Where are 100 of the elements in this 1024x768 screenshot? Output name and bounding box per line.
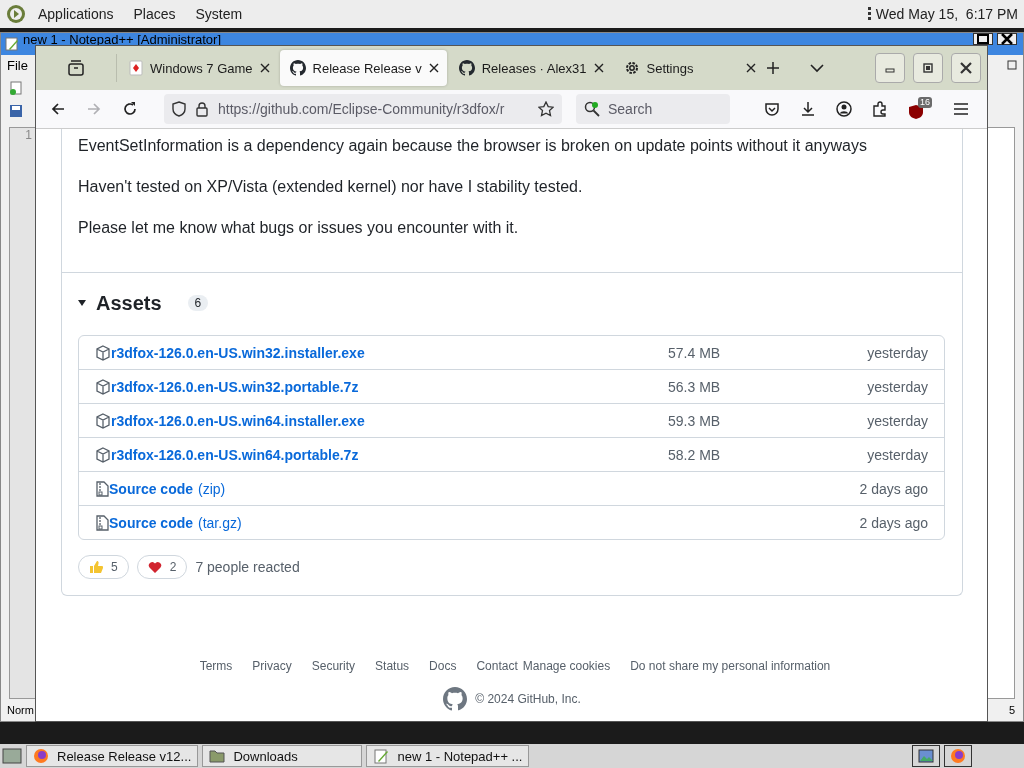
new-tab-icon[interactable] [765,61,780,75]
taskbar-button[interactable]: Downloads [202,745,363,767]
tray-button[interactable] [944,745,972,767]
close-icon[interactable] [428,63,439,73]
footer-link[interactable]: Security [311,659,356,673]
browser-icon [950,748,966,764]
reaction-summary: 7 people reacted [195,559,300,575]
archive-type: (tar.gz) [198,514,242,531]
asset-link[interactable]: Source code [109,514,194,531]
browser-tab[interactable]: Release Release v [279,50,447,86]
package-icon [95,446,111,463]
close-button[interactable] [997,33,1017,45]
tab-list-icon[interactable] [68,60,84,76]
menu-icon[interactable] [954,103,968,115]
puzzle-piece-icon[interactable] [872,101,888,117]
search-icon [584,101,600,117]
lock-icon[interactable] [196,101,208,117]
close-icon[interactable] [259,63,270,73]
paragraph: Haven't tested on XP/Vista (extended kernel) nor have I stability tested. [78,177,584,197]
asset-link[interactable]: r3dfox-126.0.en-US.win64.installer.exe [111,412,365,429]
tray-button[interactable] [912,745,940,767]
address-bar[interactable]: https://github.com/Eclipse-Community/r3dfox/r [164,94,562,124]
browser-tab[interactable]: Windows 7 Game [119,50,278,86]
paragraph: EventSetInformation is a dependency again because the browser is broken on update points without it anyways [78,136,868,156]
menu-item[interactable]: File [7,57,28,73]
more-vertical-icon[interactable] [867,7,872,21]
panel-menu[interactable]: Applications [30,6,122,22]
star-icon[interactable] [538,101,554,117]
restore-icon[interactable] [1007,60,1017,70]
copyright: © 2024 GitHub, Inc. [475,692,581,706]
download-icon[interactable] [800,101,816,117]
maximize-icon [977,34,989,44]
search-input[interactable]: Search [606,100,720,118]
browser-icon [33,748,49,764]
close-icon[interactable] [593,63,604,73]
paragraph: Please let me know what bugs or issues you encounter with it. [78,218,520,238]
footer-link[interactable]: Terms [199,659,233,673]
footer-link[interactable]: Privacy [252,659,292,673]
file-size: 56.3 MB [668,378,722,395]
date: 2 days ago [858,480,928,497]
package-icon [95,378,111,395]
footer-link[interactable]: Docs [429,659,457,673]
reload-icon [122,101,138,117]
extension-button[interactable]: 16 [908,97,934,121]
zip-file-icon [95,480,109,497]
nav-button[interactable] [50,101,66,117]
chevron-down-icon[interactable] [809,63,824,73]
picture-viewer-icon [918,749,934,763]
asset-link[interactable]: Source code [109,480,194,497]
asset-link[interactable]: r3dfox-126.0.en-US.win32.installer.exe [111,344,365,361]
section-heading[interactable]: Assets [96,291,162,315]
show-desktop-icon[interactable] [2,747,22,765]
panel-menu[interactable]: Places [125,6,184,22]
zip-file-icon [95,514,109,531]
maximize-button[interactable] [913,53,943,83]
status-text: 5 [1008,704,1015,716]
browser-tab[interactable]: Releases · Alex31 [448,50,612,86]
distro-logo-icon[interactable] [6,4,26,24]
pocket-icon[interactable] [764,101,780,117]
date: yesterday [866,446,928,463]
close-icon[interactable] [745,63,756,73]
minimize-button[interactable] [875,53,905,83]
file-size: 58.2 MB [668,446,722,463]
taskbar-button[interactable]: Release Release v12... [26,745,199,767]
maximize-button[interactable] [973,33,993,45]
expanded-triangle-icon[interactable] [78,299,86,307]
new-file-icon[interactable] [9,81,23,95]
shield-icon[interactable] [172,101,186,117]
date: 2 days ago [858,514,928,531]
close-icon [1001,33,1013,45]
panel-menu[interactable]: System [187,6,251,22]
footer-link[interactable]: Manage cookies [522,659,611,673]
footer-link[interactable]: Status [375,659,410,673]
account-icon[interactable] [836,101,852,117]
asset-link[interactable]: r3dfox-126.0.en-US.win64.portable.7z [111,446,359,463]
status-text: Norm [7,704,34,716]
heart-icon [147,560,162,574]
nav-button[interactable] [122,101,138,117]
playing-card-icon [129,60,143,76]
thumbs-up-icon [89,560,103,574]
github-icon [458,60,475,76]
search-field[interactable]: Search [576,94,730,124]
back-arrow-icon [50,101,66,117]
maximize-icon [923,63,933,73]
footer-link[interactable]: Do not share my personal information [630,659,831,673]
line-number: 1 [25,128,32,142]
close-button[interactable] [951,53,981,83]
date: yesterday [866,412,928,429]
close-icon [960,62,972,74]
window-title: new 1 - Notepad++ [Administrator] [23,33,222,46]
footer-link[interactable]: Contact [476,659,518,673]
asset-link[interactable]: r3dfox-126.0.en-US.win32.portable.7z [111,378,359,395]
github-icon [289,60,306,76]
save-icon[interactable] [9,104,23,118]
date: yesterday [866,378,928,395]
taskbar-button[interactable]: new 1 - Notepad++ ... [366,745,530,767]
github-logo-icon[interactable] [443,687,468,711]
browser-tab[interactable]: Settings [613,50,764,86]
forward-arrow-icon [86,101,102,117]
clock[interactable]: Wed May 15, 6:17 PM [875,6,1018,22]
